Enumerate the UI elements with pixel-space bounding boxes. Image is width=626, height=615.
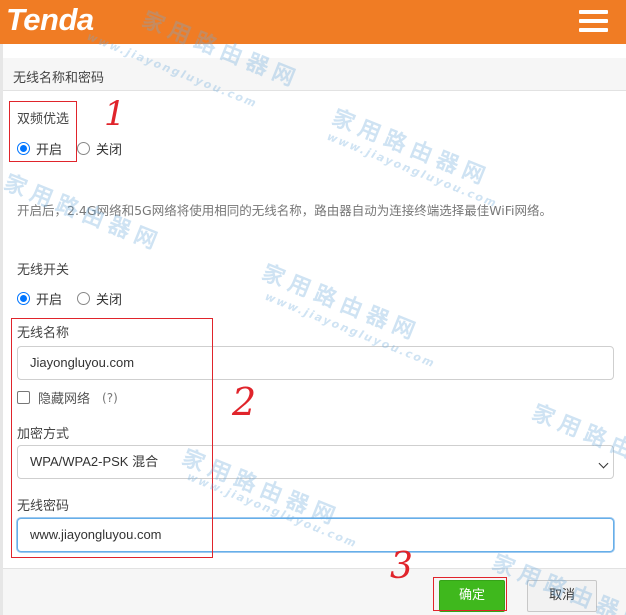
annotation-box-1: [9, 101, 77, 162]
wireless-switch-label: 无线开关: [17, 263, 70, 278]
dual-band-off-label[interactable]: 关闭: [96, 139, 122, 158]
cancel-button[interactable]: 取消: [527, 580, 597, 612]
left-edge-divider: [0, 44, 3, 615]
wireless-on-radio[interactable]: [17, 292, 30, 305]
watermark-url: www.jiayongluyou.com: [263, 290, 438, 371]
dual-band-off-radio[interactable]: [77, 142, 91, 155]
wireless-off-radio[interactable]: [77, 292, 91, 305]
annotation-box-2: [11, 318, 213, 558]
hamburger-menu-icon[interactable]: [576, 8, 610, 36]
watermark: 家用路由器网: [258, 260, 424, 347]
menu-line: [579, 19, 608, 23]
annotation-number-3: 3: [390, 546, 413, 587]
watermark: 家用路由器网: [528, 400, 626, 487]
dual-band-description: 开启后，2.4G网络和5G网络将使用相同的无线名称，路由器自动为连接终端选择最佳…: [17, 203, 553, 218]
annotation-number-2: 2: [232, 380, 257, 424]
top-header-bar: Tenda: [0, 0, 626, 44]
chevron-down-icon: [598, 458, 609, 469]
wireless-off-label[interactable]: 关闭: [96, 289, 122, 308]
annotation-box-3: [433, 577, 507, 611]
watermark: 家用路由器网: [0, 170, 166, 257]
tenda-logo: Tenda: [6, 2, 94, 37]
watermark: 家用路由器网: [328, 105, 494, 192]
section-title: 无线名称和密码: [13, 71, 105, 86]
annotation-number-1: 1: [104, 94, 126, 134]
menu-line: [579, 28, 608, 32]
watermark-url: www.jiayongluyou.com: [325, 130, 500, 211]
wireless-switch-radio-group: 开启 关闭: [17, 289, 122, 308]
menu-line: [579, 10, 608, 14]
wireless-on-label[interactable]: 开启: [36, 289, 62, 308]
